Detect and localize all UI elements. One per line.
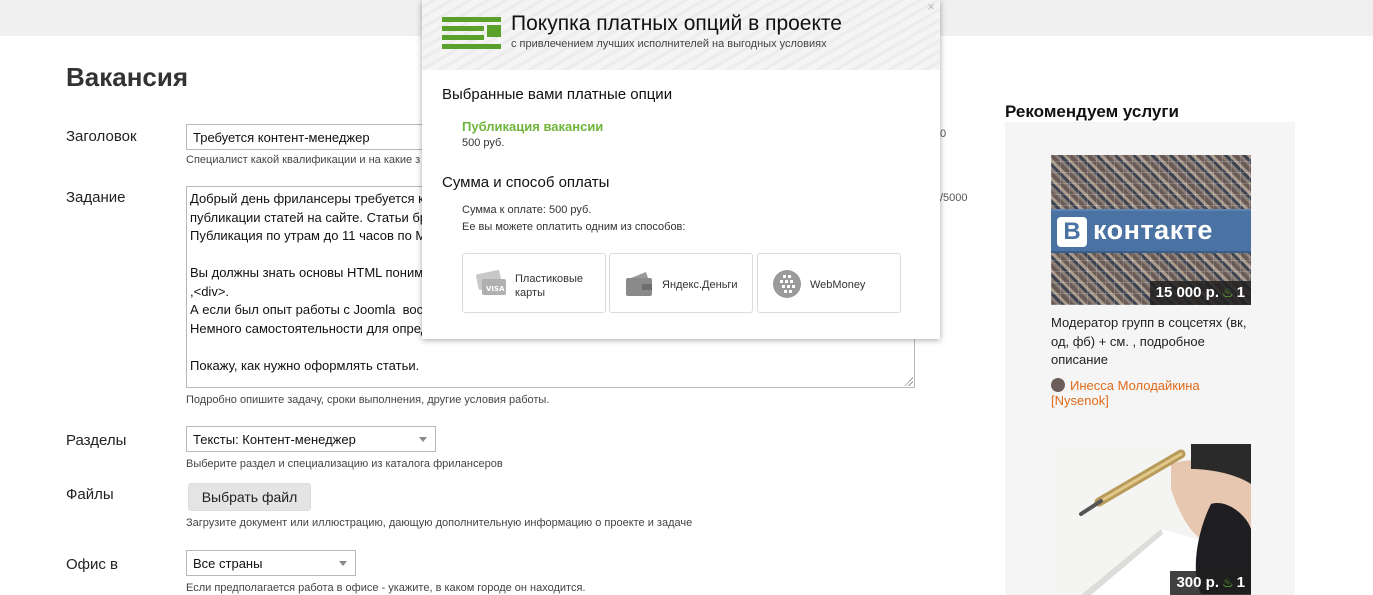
resize-handle[interactable]: [904, 377, 913, 386]
pay-card-label: Пластиковые: [515, 273, 584, 285]
svg-text:VISA: VISA: [486, 285, 505, 293]
sidebar-title: Рекомендуем услуги: [1005, 102, 1179, 121]
service-author-link[interactable]: Инесса Молодайкина [Nysenok]: [1051, 378, 1261, 408]
task-hint: Подробно опишите задачу, сроки выполнени…: [186, 394, 550, 406]
sections-label: Разделы: [66, 432, 127, 449]
pay-card-button[interactable]: VISA Пластиковые карты: [462, 253, 606, 313]
methods-text: Ее вы можете оплатить одним из способов:: [462, 221, 686, 233]
amount-text: Сумма к оплате: 500 руб.: [462, 204, 592, 216]
modal-title: Покупка платных опций в проекте: [511, 12, 842, 35]
chevron-down-icon: [419, 437, 427, 442]
close-icon[interactable]: ×: [927, 0, 935, 14]
basket-icon: ♨: [1222, 285, 1234, 300]
pay-yandex-label: Яндекс.Деньги: [662, 279, 738, 291]
service-image-vk[interactable]: B контакте 15 000 р. ♨ 1: [1051, 155, 1251, 305]
logo-icon: [442, 17, 501, 50]
pay-card-label-2: карты: [515, 287, 545, 299]
sections-select-value: Тексты: Контент-менеджер: [193, 432, 356, 447]
avatar: [1051, 378, 1065, 392]
task-counter: /5000: [940, 192, 968, 204]
choose-file-button[interactable]: Выбрать файл: [188, 483, 311, 511]
pay-yandex-button[interactable]: Яндекс.Деньги: [609, 253, 753, 313]
modal-header: × Покупка платных опций в проекте с прив…: [422, 0, 940, 70]
option-name: Публикация вакансии: [462, 119, 604, 134]
office-hint: Если предполагается работа в офисе - ука…: [186, 582, 586, 594]
pay-webmoney-button[interactable]: WebMoney: [757, 253, 901, 313]
vk-banner-text: контакте: [1093, 215, 1213, 245]
office-select-value: Все страны: [193, 556, 263, 571]
basket-icon: ♨: [1222, 575, 1234, 590]
selected-options-heading: Выбранные вами платные опции: [442, 86, 673, 103]
title-label: Заголовок: [66, 128, 137, 145]
files-label: Файлы: [66, 486, 114, 503]
price-tag: 300 р. ♨ 1: [1170, 571, 1251, 595]
office-select[interactable]: Все страны: [186, 550, 356, 576]
price-tag: 15 000 р. ♨ 1: [1149, 281, 1251, 305]
office-label: Офис в: [66, 556, 119, 573]
service-description-link[interactable]: Модератор групп в соцсетях (вк, од, фб) …: [1051, 314, 1261, 370]
title-counter: 0: [940, 128, 947, 140]
service-author: Инесса Молодайкина [Nysenok]: [1051, 378, 1200, 408]
service-count: 1: [1236, 284, 1245, 301]
task-label: Задание: [66, 189, 126, 206]
modal-subtitle: с привлечением лучших исполнителей на вы…: [511, 38, 827, 50]
wallet-icon: [626, 272, 652, 296]
vk-logo-icon: B: [1057, 217, 1087, 247]
service-count: 1: [1236, 574, 1245, 591]
sections-hint: Выберите раздел и специализацию из катал…: [186, 458, 503, 470]
option-price: 500 руб.: [462, 137, 505, 149]
vk-banner: B контакте: [1051, 209, 1251, 253]
title-hint: Специалист какой квалификации и на какие…: [186, 154, 421, 166]
paid-options-modal: × Покупка платных опций в проекте с прив…: [422, 0, 940, 339]
task-line: Покажу, как нужно оформлять статьи.: [190, 357, 420, 373]
service-price: 15 000 р.: [1155, 284, 1219, 301]
service-price: 300 р.: [1176, 574, 1219, 591]
chevron-down-icon: [339, 561, 347, 566]
pay-webmoney-label: WebMoney: [810, 279, 866, 291]
payment-heading: Сумма и способ оплаты: [442, 174, 610, 191]
page-title: Вакансия: [66, 62, 189, 92]
title-input[interactable]: Требуется контент-менеджер: [186, 124, 436, 150]
globe-icon: [773, 270, 801, 298]
files-hint: Загрузите документ или иллюстрацию, дающ…: [186, 517, 693, 529]
task-line: [190, 338, 911, 357]
service-image-writing[interactable]: 300 р. ♨ 1: [1051, 444, 1251, 595]
sections-select[interactable]: Тексты: Контент-менеджер: [186, 426, 436, 452]
card-icon: VISA: [475, 270, 506, 295]
